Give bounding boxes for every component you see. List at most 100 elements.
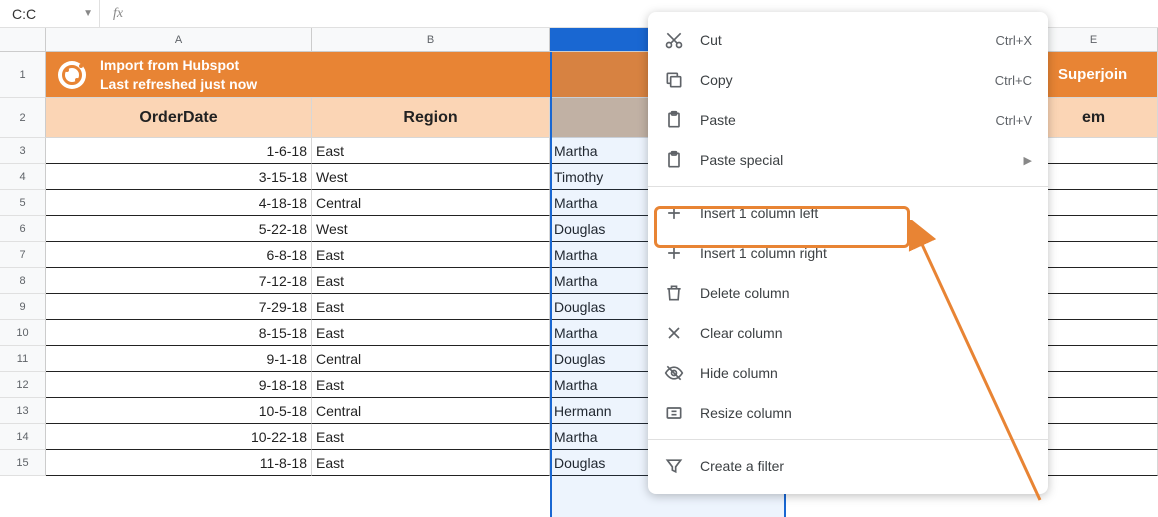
cell-region[interactable]: East [312, 242, 550, 268]
select-all-corner[interactable] [0, 28, 46, 52]
cell-date[interactable]: 6-8-18 [46, 242, 312, 268]
ctx-delete-label: Delete column [700, 285, 1032, 301]
ctx-filter-label: Create a filter [700, 458, 1032, 474]
ctx-copy-shortcut: Ctrl+C [995, 73, 1032, 88]
cell-e[interactable] [1030, 450, 1158, 476]
row-header-8[interactable]: 8 [0, 268, 46, 294]
cell-region[interactable]: East [312, 268, 550, 294]
cell-e[interactable]: er [1030, 242, 1158, 268]
name-box[interactable]: C:C ▼ [0, 0, 100, 27]
row-header-3[interactable]: 3 [0, 138, 46, 164]
cell-region[interactable]: East [312, 424, 550, 450]
context-menu: Cut Ctrl+X Copy Ctrl+C Paste Ctrl+V Past… [648, 12, 1048, 494]
ctx-hide[interactable]: Hide column [648, 353, 1048, 393]
cell-date[interactable]: 7-12-18 [46, 268, 312, 294]
ctx-copy[interactable]: Copy Ctrl+C [648, 60, 1048, 100]
cell-region[interactable]: East [312, 320, 550, 346]
ctx-cut-label: Cut [700, 32, 980, 48]
row-header-11[interactable]: 11 [0, 346, 46, 372]
cell-e[interactable] [1030, 190, 1158, 216]
col-header-a[interactable]: A [46, 28, 312, 52]
cell-region[interactable]: East [312, 138, 550, 164]
ctx-separator [648, 186, 1048, 187]
superjoin-badge[interactable]: Superjoin [1030, 52, 1158, 98]
row-header-4[interactable]: 4 [0, 164, 46, 190]
ctx-paste[interactable]: Paste Ctrl+V [648, 100, 1048, 140]
cell-e[interactable] [1030, 424, 1158, 450]
header-region[interactable]: Region [312, 98, 550, 138]
header-orderdate[interactable]: OrderDate [46, 98, 312, 138]
cell-e[interactable]: er [1030, 398, 1158, 424]
cell-e[interactable] [1030, 346, 1158, 372]
cell-date[interactable]: 3-15-18 [46, 164, 312, 190]
ctx-clear[interactable]: Clear column [648, 313, 1048, 353]
chevron-down-icon: ▼ [83, 8, 93, 19]
header-e[interactable]: em [1030, 98, 1158, 138]
cell-date[interactable]: 11-8-18 [46, 450, 312, 476]
cell-e[interactable] [1030, 320, 1158, 346]
ctx-insert-left[interactable]: Insert 1 column left [648, 193, 1048, 233]
ctx-hide-label: Hide column [700, 365, 1032, 381]
row-header-13[interactable]: 13 [0, 398, 46, 424]
name-box-value: C:C [12, 6, 36, 22]
row-header-9[interactable]: 9 [0, 294, 46, 320]
cell-e[interactable] [1030, 216, 1158, 242]
cell-e[interactable]: er [1030, 268, 1158, 294]
ctx-paste-special-label: Paste special [700, 152, 1008, 168]
ctx-separator [648, 439, 1048, 440]
ctx-paste-special[interactable]: Paste special ▶ [648, 140, 1048, 180]
cell-date[interactable]: 10-5-18 [46, 398, 312, 424]
ctx-cut[interactable]: Cut Ctrl+X [648, 20, 1048, 60]
cell-e[interactable] [1030, 138, 1158, 164]
cell-e[interactable] [1030, 164, 1158, 190]
cell-date[interactable]: 1-6-18 [46, 138, 312, 164]
cell-date[interactable]: 8-15-18 [46, 320, 312, 346]
plus-icon [664, 243, 684, 263]
cell-region[interactable]: West [312, 164, 550, 190]
cell-region[interactable]: West [312, 216, 550, 242]
banner-text: Import from Hubspot Last refreshed just … [100, 56, 257, 92]
col-header-e[interactable]: E [1030, 28, 1158, 52]
row-headers: 1 2 3 4 5 6 7 8 9 10 11 12 13 14 15 [0, 28, 46, 517]
row-header-15[interactable]: 15 [0, 450, 46, 476]
cell-e[interactable]: er [1030, 294, 1158, 320]
resize-icon [664, 403, 684, 423]
ctx-filter[interactable]: Create a filter [648, 446, 1048, 486]
cell-region[interactable]: East [312, 372, 550, 398]
cell-date[interactable]: 7-29-18 [46, 294, 312, 320]
cell-e[interactable]: s [1030, 372, 1158, 398]
paste-icon [664, 110, 684, 130]
cell-date[interactable]: 9-18-18 [46, 372, 312, 398]
ctx-insert-left-label: Insert 1 column left [700, 205, 1032, 221]
cell-date[interactable]: 9-1-18 [46, 346, 312, 372]
copy-icon [664, 70, 684, 90]
ctx-delete[interactable]: Delete column [648, 273, 1048, 313]
cell-region[interactable]: East [312, 450, 550, 476]
row-header-2[interactable]: 2 [0, 98, 46, 138]
ctx-insert-right[interactable]: Insert 1 column right [648, 233, 1048, 273]
cell-region[interactable]: Central [312, 190, 550, 216]
row-header-5[interactable]: 5 [0, 190, 46, 216]
cell-date[interactable]: 5-22-18 [46, 216, 312, 242]
ctx-resize-label: Resize column [700, 405, 1032, 421]
row-header-6[interactable]: 6 [0, 216, 46, 242]
cell-region[interactable]: Central [312, 398, 550, 424]
banner-subtitle: Last refreshed just now [100, 75, 257, 93]
cell-region[interactable]: Central [312, 346, 550, 372]
cell-date[interactable]: 4-18-18 [46, 190, 312, 216]
ctx-paste-label: Paste [700, 112, 980, 128]
filter-icon [664, 456, 684, 476]
cell-date[interactable]: 10-22-18 [46, 424, 312, 450]
row-header-10[interactable]: 10 [0, 320, 46, 346]
ctx-insert-right-label: Insert 1 column right [700, 245, 1032, 261]
ctx-resize[interactable]: Resize column [648, 393, 1048, 433]
row-header-7[interactable]: 7 [0, 242, 46, 268]
cell-region[interactable]: East [312, 294, 550, 320]
col-header-b[interactable]: B [312, 28, 550, 52]
row-header-1[interactable]: 1 [0, 52, 46, 98]
row-header-14[interactable]: 14 [0, 424, 46, 450]
superjoin-label: Superjoin [1058, 66, 1127, 83]
row-header-12[interactable]: 12 [0, 372, 46, 398]
ctx-copy-label: Copy [700, 72, 979, 88]
clear-icon [664, 323, 684, 343]
